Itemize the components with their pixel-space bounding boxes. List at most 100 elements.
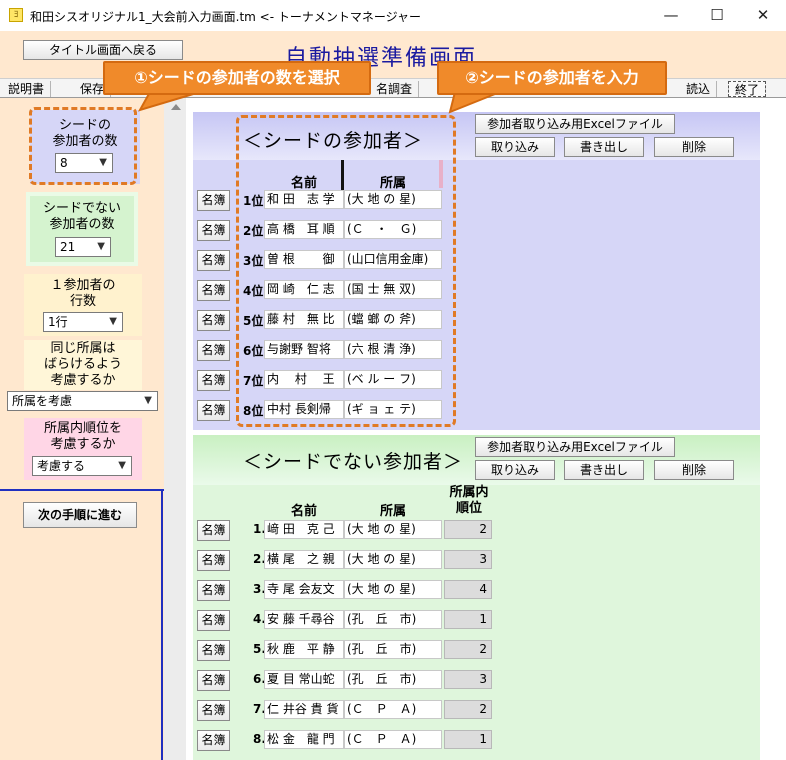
nonseed-export-button[interactable]: 書き出し bbox=[564, 460, 644, 480]
name-field[interactable]: 寺 尾 会友文 bbox=[264, 580, 344, 599]
nonseed-col-name: 名前 bbox=[290, 504, 317, 519]
chevron-down-icon: ▼ bbox=[144, 395, 152, 406]
separate-affiliation-label: 同じ所属は ばらけるよう 考慮するか bbox=[43, 341, 122, 388]
name-field[interactable]: 秋 鹿 平 静 bbox=[264, 640, 344, 659]
affiliation-order-group: 所属内順位を 考慮するか 考慮する ▼ bbox=[24, 418, 142, 480]
table-row: 名簿 6. 夏 目 常山蛇 (孔 丘 市) 3 bbox=[193, 669, 760, 691]
roster-button[interactable]: 名簿 bbox=[197, 730, 230, 751]
roster-button[interactable]: 名簿 bbox=[197, 280, 230, 301]
affiliation-field[interactable]: (大 地 の 星) bbox=[344, 520, 442, 539]
menu-load[interactable]: 読込 bbox=[680, 81, 718, 97]
roster-button[interactable]: 名簿 bbox=[197, 580, 230, 601]
roster-button[interactable]: 名簿 bbox=[197, 400, 230, 421]
separate-affiliation-select[interactable]: 所属を考慮 ▼ bbox=[7, 391, 158, 411]
affiliation-field[interactable]: (孔 丘 市) bbox=[344, 610, 442, 629]
affiliation-order-label: 所属内順位を 考慮するか bbox=[43, 421, 122, 452]
roster-button[interactable]: 名簿 bbox=[197, 550, 230, 571]
nonseed-col-affiliation: 所属 bbox=[379, 504, 406, 519]
seed-import-button[interactable]: 取り込み bbox=[475, 137, 555, 157]
affiliation-order-select[interactable]: 考慮する ▼ bbox=[32, 456, 132, 476]
roster-button[interactable]: 名簿 bbox=[197, 640, 230, 661]
order-field[interactable]: 2 bbox=[444, 640, 492, 659]
order-field[interactable]: 3 bbox=[444, 670, 492, 689]
back-to-title-button[interactable]: タイトル画面へ戻る bbox=[23, 40, 183, 60]
table-row: 名簿 5. 秋 鹿 平 静 (孔 丘 市) 2 bbox=[193, 639, 760, 661]
affiliation-field[interactable]: (孔 丘 市) bbox=[344, 640, 442, 659]
nonseed-count-group: シードでない 参加者の数 21 ▼ bbox=[26, 192, 138, 266]
separate-affiliation-group: 同じ所属は ばらけるよう 考慮するか bbox=[24, 340, 142, 390]
callout-select-count: ①シードの参加者の数を選択 bbox=[103, 61, 371, 95]
seed-entry-highlight bbox=[236, 115, 456, 427]
table-row: 名簿 8. 松 金 龍 門 (Ｃ Ｐ Ａ) 1 bbox=[193, 729, 760, 751]
roster-button[interactable]: 名簿 bbox=[197, 190, 230, 211]
roster-button[interactable]: 名簿 bbox=[197, 610, 230, 631]
name-field[interactable]: 﨑 田 克 己 bbox=[264, 520, 344, 539]
divider-horizontal bbox=[0, 489, 164, 491]
rows-per-participant-label: １参加者の 行数 bbox=[50, 278, 116, 309]
affiliation-field[interactable]: (大 地 の 星) bbox=[344, 550, 442, 569]
table-row: 名簿 7. 仁 井谷 貴 貨 (Ｃ Ｐ Ａ) 2 bbox=[193, 699, 760, 721]
name-field[interactable]: 松 金 龍 門 bbox=[264, 730, 344, 749]
nonseed-col-order: 所属内 順位 bbox=[449, 485, 489, 516]
affiliation-order-value: 考慮する bbox=[37, 459, 86, 473]
table-row: 名簿 2. 横 尾 之 親 (大 地 の 星) 3 bbox=[193, 549, 760, 571]
minimize-button[interactable]: — bbox=[648, 0, 694, 31]
nonseed-delete-button[interactable]: 削除 bbox=[654, 460, 734, 480]
chevron-down-icon: ▼ bbox=[97, 241, 105, 252]
nonseed-count-value: 21 bbox=[60, 240, 76, 254]
close-button[interactable]: ✕ bbox=[740, 0, 786, 31]
roster-button[interactable]: 名簿 bbox=[197, 310, 230, 331]
name-field[interactable]: 横 尾 之 親 bbox=[264, 550, 344, 569]
roster-button[interactable]: 名簿 bbox=[197, 370, 230, 391]
divider-vertical bbox=[161, 489, 163, 760]
affiliation-field[interactable]: (大 地 の 星) bbox=[344, 580, 442, 599]
roster-button[interactable]: 名簿 bbox=[197, 220, 230, 241]
chevron-down-icon: ▼ bbox=[118, 460, 126, 471]
next-step-button[interactable]: 次の手順に進む bbox=[23, 502, 137, 528]
chevron-down-icon: ▼ bbox=[109, 316, 117, 327]
separate-affiliation-value: 所属を考慮 bbox=[12, 394, 73, 408]
seed-delete-button[interactable]: 削除 bbox=[654, 137, 734, 157]
roster-button[interactable]: 名簿 bbox=[197, 700, 230, 721]
menu-manual[interactable]: 説明書 bbox=[2, 81, 52, 97]
order-field[interactable]: 2 bbox=[444, 700, 492, 719]
scroll-up-icon[interactable] bbox=[171, 104, 181, 110]
table-row: 名簿 1. 﨑 田 克 己 (大 地 の 星) 2 bbox=[193, 519, 760, 541]
nonseed-section: ＜シードでない参加者＞ 参加者取り込み用Excelファイル 取り込み 書き出し … bbox=[193, 435, 760, 760]
name-field[interactable]: 夏 目 常山蛇 bbox=[264, 670, 344, 689]
seed-export-button[interactable]: 書き出し bbox=[564, 137, 644, 157]
rows-per-participant-select[interactable]: 1行 ▼ bbox=[43, 312, 123, 332]
table-row: 名簿 4. 安 藤 千尋谷 (孔 丘 市) 1 bbox=[193, 609, 760, 631]
order-field[interactable]: 2 bbox=[444, 520, 492, 539]
name-field[interactable]: 安 藤 千尋谷 bbox=[264, 610, 344, 629]
affiliation-field[interactable]: (Ｃ Ｐ Ａ) bbox=[344, 730, 442, 749]
scrollbar[interactable] bbox=[164, 98, 186, 760]
order-field[interactable]: 1 bbox=[444, 610, 492, 629]
nonseed-import-button[interactable]: 取り込み bbox=[475, 460, 555, 480]
seed-excel-button[interactable]: 参加者取り込み用Excelファイル bbox=[475, 114, 675, 134]
nonseed-count-select[interactable]: 21 ▼ bbox=[55, 237, 111, 257]
affiliation-field[interactable]: (孔 丘 市) bbox=[344, 670, 442, 689]
callout-enter-seeds: ②シードの参加者を入力 bbox=[437, 61, 667, 95]
nonseed-section-heading: ＜シードでない参加者＞ bbox=[243, 451, 464, 473]
app-icon: ﾖ bbox=[9, 8, 23, 22]
seed-count-highlight bbox=[29, 107, 137, 185]
order-field[interactable]: 3 bbox=[444, 550, 492, 569]
window-title: 和田シスオリジナル1_大会前入力画面.tm <- トーナメントマネージャー bbox=[30, 10, 422, 24]
roster-button[interactable]: 名簿 bbox=[197, 670, 230, 691]
rows-per-participant-group: １参加者の 行数 1行 ▼ bbox=[24, 274, 142, 336]
order-field[interactable]: 4 bbox=[444, 580, 492, 599]
nonseed-excel-button[interactable]: 参加者取り込み用Excelファイル bbox=[475, 437, 675, 457]
affiliation-field[interactable]: (Ｃ Ｐ Ａ) bbox=[344, 700, 442, 719]
maximize-button[interactable]: ☐ bbox=[694, 0, 740, 31]
roster-button[interactable]: 名簿 bbox=[197, 250, 230, 271]
rows-per-participant-value: 1行 bbox=[48, 315, 68, 329]
menu-name-check[interactable]: 名調査 bbox=[370, 81, 420, 97]
menu-exit[interactable]: 終了 bbox=[728, 81, 767, 97]
name-field[interactable]: 仁 井谷 貴 貨 bbox=[264, 700, 344, 719]
window-titlebar: ﾖ 和田シスオリジナル1_大会前入力画面.tm <- トーナメントマネージャー … bbox=[0, 0, 786, 31]
table-row: 名簿 3. 寺 尾 会友文 (大 地 の 星) 4 bbox=[193, 579, 760, 601]
roster-button[interactable]: 名簿 bbox=[197, 520, 230, 541]
roster-button[interactable]: 名簿 bbox=[197, 340, 230, 361]
order-field[interactable]: 1 bbox=[444, 730, 492, 749]
